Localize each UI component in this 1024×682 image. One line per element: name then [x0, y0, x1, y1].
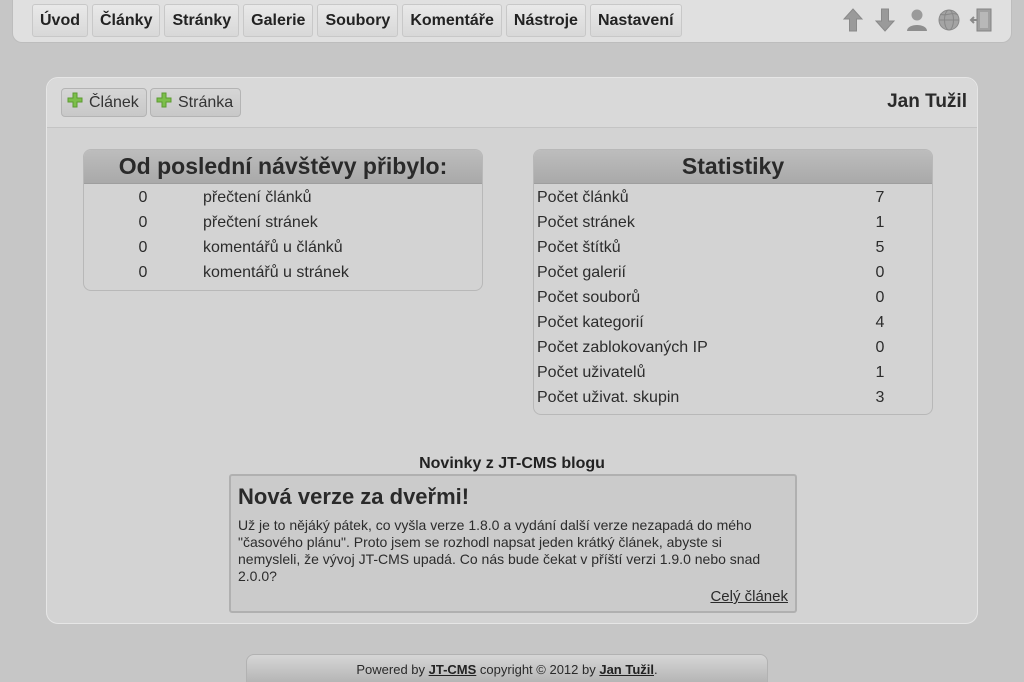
stat-label: Počet štítků	[537, 238, 621, 256]
nav-item-nastaveni[interactable]: Nastavení	[589, 4, 682, 37]
panel-header: Článek Stránka Jan Tužil	[47, 78, 977, 128]
table-row: Počet článků 7	[534, 185, 932, 210]
statistics-box: Statistiky Počet článků 7 Počet stránek …	[533, 149, 933, 415]
since-value: 0	[138, 238, 148, 256]
news-heading: Novinky z JT-CMS blogu	[419, 455, 605, 472]
arrow-down-icon[interactable]	[873, 7, 897, 33]
nav-item-nastroje[interactable]: Nástroje	[505, 4, 586, 37]
add-page-label: Stránka	[178, 93, 234, 111]
list-item: 0 přečtení stránek	[84, 210, 482, 235]
stat-value: 0	[875, 288, 885, 306]
nav-item-komentare[interactable]: Komentáře	[402, 4, 502, 37]
stat-value: 0	[875, 338, 885, 356]
list-item: 0 komentářů u stránek	[84, 260, 482, 285]
news-title: Nová verze za dveřmi!	[238, 484, 470, 509]
stat-value: 1	[875, 213, 885, 231]
user-icon[interactable]	[905, 7, 929, 33]
stat-label: Počet článků	[537, 188, 629, 206]
since-label: komentářů u stránek	[203, 263, 349, 281]
nav-icon-group	[841, 7, 993, 33]
footer-suffix: .	[654, 662, 658, 677]
table-row: Počet souborů 0	[534, 285, 932, 310]
news-text: Už je to nějáký pátek, co vyšla verze 1.…	[238, 517, 761, 584]
footer: Powered by JT-CMS copyright © 2012 by Ja…	[246, 654, 768, 682]
nav-item-soubory[interactable]: Soubory	[317, 4, 399, 37]
footer-copyright: copyright © 2012 by	[476, 662, 600, 677]
nav-item-clanky[interactable]: Články	[92, 4, 161, 37]
since-value: 0	[138, 263, 148, 281]
table-row: Počet galerií 0	[534, 260, 932, 285]
footer-prefix: Powered by	[356, 662, 429, 677]
read-full-article-link[interactable]: Celý článek	[710, 588, 788, 605]
table-row: Počet zablokovaných IP 0	[534, 335, 932, 360]
plus-icon	[67, 92, 83, 113]
add-article-label: Článek	[89, 93, 139, 111]
statistics-title: Statistiky	[534, 150, 932, 184]
since-value: 0	[138, 213, 148, 231]
since-label: komentářů u článků	[203, 238, 343, 256]
stat-value: 1	[875, 363, 885, 381]
stat-value: 3	[875, 388, 885, 406]
stat-label: Počet uživat. skupin	[537, 388, 680, 406]
dashboard-panel: Článek Stránka Jan Tužil Od poslední náv…	[46, 77, 978, 624]
stat-label: Počet galerií	[537, 263, 626, 281]
stat-label: Počet uživatelů	[537, 363, 646, 381]
since-label: přečtení článků	[203, 188, 312, 206]
stat-value: 7	[875, 188, 885, 206]
news-article-box: Nová verze za dveřmi! Už je to nějáký pá…	[229, 474, 797, 613]
stat-label: Počet souborů	[537, 288, 641, 306]
stat-label: Počet kategorií	[537, 313, 644, 331]
jt-cms-link[interactable]: JT-CMS	[429, 662, 477, 677]
globe-icon[interactable]	[937, 7, 961, 33]
stat-value: 0	[875, 263, 885, 281]
stat-label: Počet zablokovaných IP	[537, 338, 708, 356]
stat-value: 4	[875, 313, 885, 331]
since-last-visit-box: Od poslední návštěvy přibylo: 0 přečtení…	[83, 149, 483, 291]
nav-item-stranky[interactable]: Stránky	[164, 4, 240, 37]
main-menu: Úvod Články Stránky Galerie Soubory Kome…	[32, 4, 682, 37]
add-article-button[interactable]: Článek	[61, 88, 147, 117]
since-value: 0	[138, 188, 148, 206]
top-navigation-bar: Úvod Články Stránky Galerie Soubory Kome…	[12, 0, 1012, 43]
stat-label: Počet stránek	[537, 213, 635, 231]
logout-door-icon[interactable]	[969, 7, 993, 33]
table-row: Počet kategorií 4	[534, 310, 932, 335]
list-item: 0 komentářů u článků	[84, 235, 482, 260]
table-row: Počet stránek 1	[534, 210, 932, 235]
arrow-up-icon[interactable]	[841, 7, 865, 33]
list-item: 0 přečtení článků	[84, 185, 482, 210]
table-row: Počet štítků 5	[534, 235, 932, 260]
nav-item-uvod[interactable]: Úvod	[32, 4, 88, 37]
since-last-visit-title: Od poslední návštěvy přibylo:	[84, 150, 482, 184]
stat-value: 5	[875, 238, 885, 256]
since-label: přečtení stránek	[203, 213, 318, 231]
table-row: Počet uživatelů 1	[534, 360, 932, 385]
plus-icon	[156, 92, 172, 113]
add-page-button[interactable]: Stránka	[150, 88, 242, 117]
table-row: Počet uživat. skupin 3	[534, 385, 932, 410]
author-link[interactable]: Jan Tužil	[599, 662, 654, 677]
user-name: Jan Tužil	[887, 91, 967, 112]
nav-item-galerie[interactable]: Galerie	[243, 4, 314, 37]
